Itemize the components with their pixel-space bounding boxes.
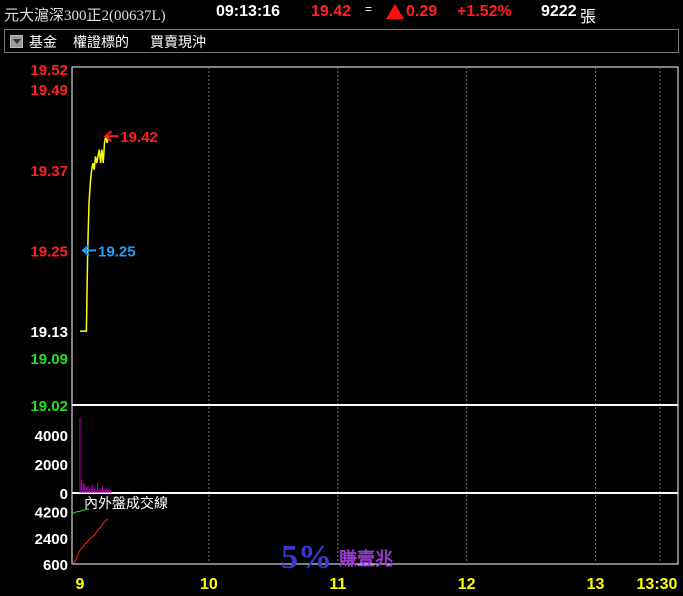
price-marker-label: 19.25	[98, 243, 136, 260]
intraday-chart: 19.52 19.49 19.37 19.25 19.13 19.09 19.02 4000…	[30, 62, 679, 593]
volume-axis: 4000 2000 0	[35, 428, 68, 503]
price-tick-label: 19.02	[30, 398, 68, 415]
plot-frame	[71, 66, 679, 565]
price-tick-label: 19.49	[30, 82, 68, 99]
volume-tick-label: 0	[60, 486, 68, 503]
time-tick-label: 13:30	[637, 576, 678, 593]
price-axis: 19.52 19.49 19.37 19.25 19.13 19.09 19.02	[30, 62, 68, 415]
inout-axis: 4200 2400 600	[35, 505, 68, 575]
volume-bars	[79, 417, 111, 493]
volume-tick-label: 4000	[35, 428, 68, 445]
inout-tick-label: 4200	[35, 505, 68, 522]
time-tick-label: 12	[458, 576, 476, 593]
inout-lines	[71, 508, 109, 565]
price-tick-label: 19.37	[30, 163, 68, 180]
time-axis: 9 10 11 12 13 13:30	[76, 576, 678, 593]
inout-tick-label: 2400	[35, 531, 68, 548]
price-tick-label: 19.25	[30, 243, 68, 260]
inout-title: 內外盤成交線	[84, 495, 168, 512]
price-markers: 19.42 19.25	[81, 129, 158, 260]
gridlines	[208, 67, 661, 564]
inout-tick-label: 600	[43, 557, 68, 574]
price-tick-label: 19.09	[30, 351, 68, 368]
watermark-percent: 5%	[281, 539, 332, 576]
watermark-text: 賺壹兆	[339, 548, 393, 570]
inout-series-line	[71, 518, 109, 565]
price-line	[80, 136, 110, 332]
time-tick-label: 13	[587, 576, 605, 593]
price-marker-label: 19.42	[120, 129, 158, 146]
price-tick-label: 19.13	[30, 324, 68, 341]
time-tick-label: 11	[329, 576, 346, 593]
time-tick-label: 9	[76, 576, 85, 593]
time-tick-label: 10	[200, 576, 218, 593]
price-tick-label: 19.52	[30, 62, 68, 79]
volume-tick-label: 2000	[35, 457, 68, 474]
